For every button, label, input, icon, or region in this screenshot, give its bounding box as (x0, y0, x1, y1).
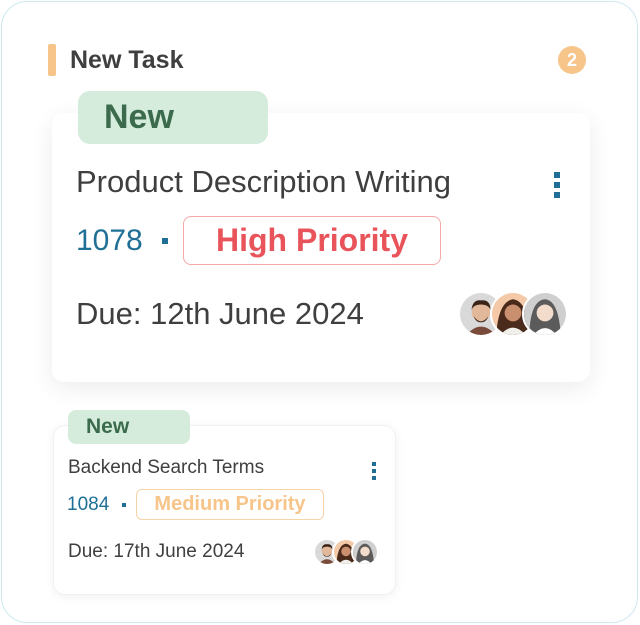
task-title[interactable]: Backend Search Terms (68, 457, 264, 479)
status-badge: New (68, 410, 190, 444)
due-date: Due: 12th June 2024 (76, 296, 364, 331)
priority-badge: Medium Priority (136, 489, 324, 520)
task-id: 1084 (67, 494, 110, 515)
column-title: New Task (70, 46, 184, 74)
task-title[interactable]: Product Description Writing (76, 164, 451, 200)
avatar[interactable] (522, 291, 568, 337)
separator-dot (162, 238, 168, 244)
column-count-badge: 2 (558, 46, 586, 74)
avatar[interactable] (351, 538, 379, 566)
status-badge: New (78, 91, 268, 144)
due-date: Due: 17th June 2024 (68, 541, 245, 562)
kebab-menu-icon[interactable] (554, 172, 560, 198)
assignee-avatars[interactable] (458, 291, 568, 337)
column-accent-bar (48, 44, 56, 76)
task-id: 1078 (76, 224, 143, 257)
separator-dot (122, 503, 126, 507)
priority-badge: High Priority (183, 216, 441, 265)
assignee-avatars[interactable] (313, 538, 379, 566)
kebab-menu-icon[interactable] (372, 462, 376, 480)
